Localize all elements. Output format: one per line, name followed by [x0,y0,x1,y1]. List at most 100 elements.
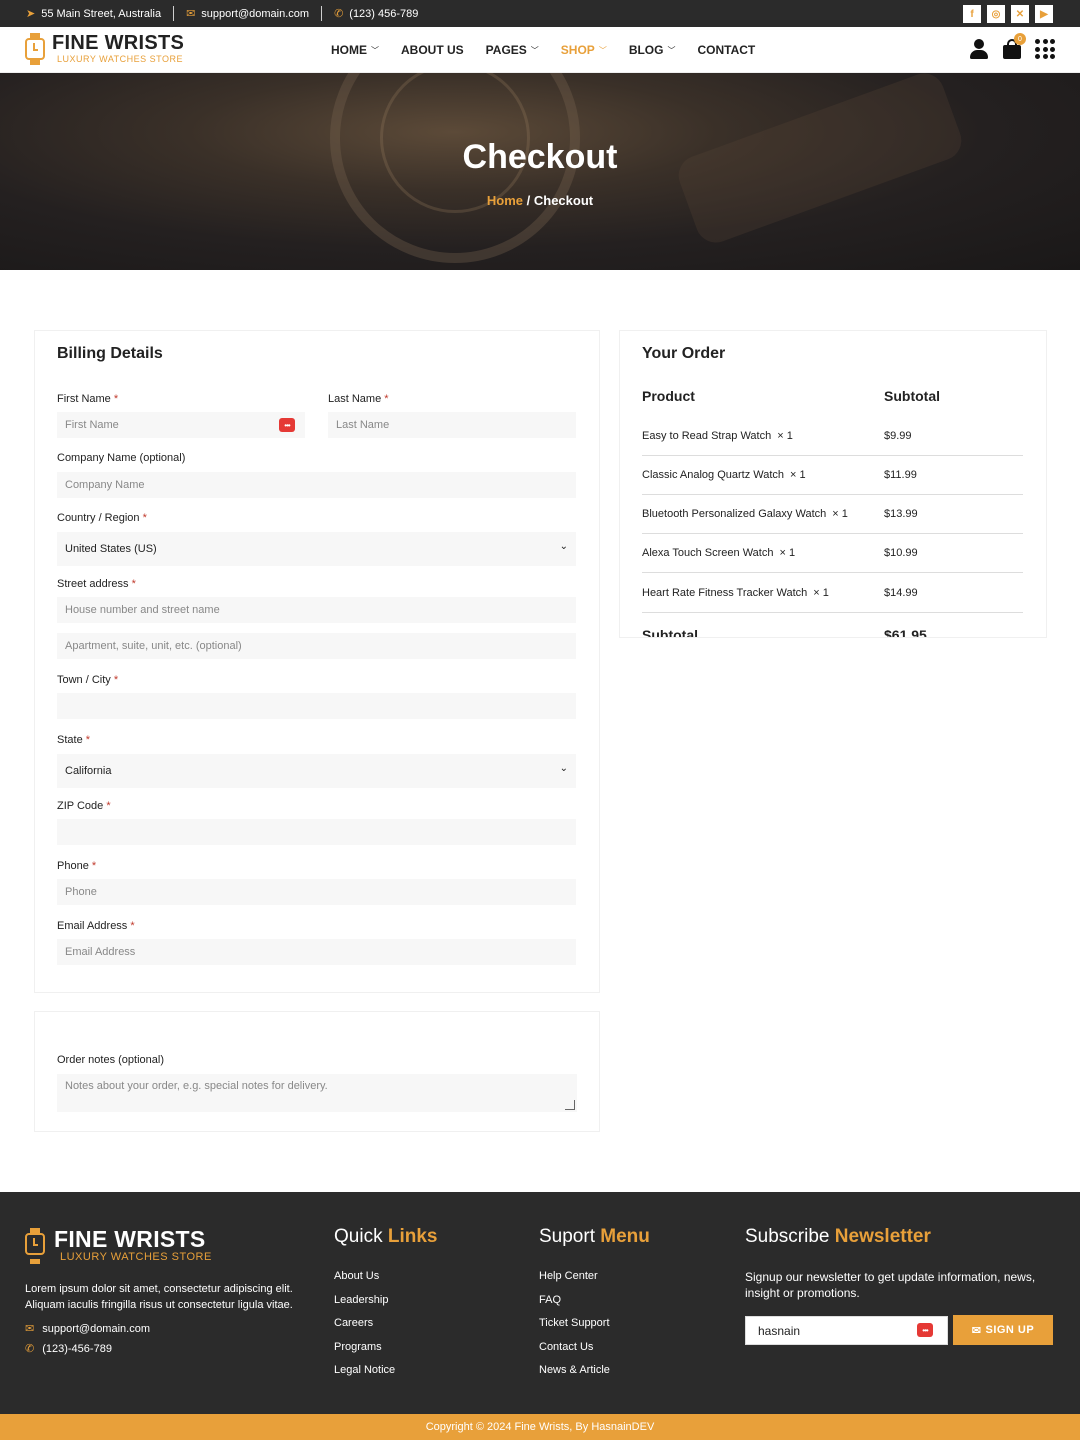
page-hero-banner: Checkout Home / Checkout [0,73,1080,270]
apartment-input[interactable]: Apartment, suite, unit, etc. (optional) [57,633,576,659]
order-item-row: Bluetooth Personalized Galaxy Watch × 1 $… [642,495,1023,534]
email-input[interactable]: Email Address [57,939,576,965]
resize-handle-icon[interactable] [565,1100,575,1110]
chevron-down-icon: ﹀ [530,45,539,55]
footer-link-legal[interactable]: Legal Notice [334,1364,395,1388]
company-label: Company Name (optional) [57,452,186,464]
user-icon[interactable] [969,39,989,59]
breadcrumb-home-link[interactable]: Home [487,193,523,208]
chevron-down-icon: ﹀ [371,45,379,55]
logo-title: FINE WRISTS [54,1226,206,1252]
instagram-icon[interactable]: ◎ [987,5,1005,23]
support-menu-heading: Suport Menu [539,1226,650,1247]
nav-pages[interactable]: PAGES ﹀ [486,43,539,57]
item-qty: × 1 [832,508,848,520]
watch-logo-icon [25,1228,47,1264]
envelope-icon: ✉ [971,1324,982,1337]
company-input[interactable]: Company Name [57,472,576,498]
page-title: Checkout [462,138,618,176]
item-name: Alexa Touch Screen Watch [642,547,774,559]
footer-link-faq[interactable]: FAQ [539,1294,610,1318]
site-logo[interactable]: FINE WRISTS LUXURY WATCHES STORE [25,33,184,65]
item-qty: × 1 [813,587,829,599]
sign-up-button[interactable]: ✉ SIGN UP [953,1315,1053,1345]
email-label: Email Address * [57,920,135,932]
item-name: Classic Analog Quartz Watch [642,469,785,481]
order-item-row: Heart Rate Fitness Tracker Watch × 1 $14.… [642,574,1023,613]
zip-label: ZIP Code * [57,800,111,812]
nav-home[interactable]: HOME ﹀ [331,43,379,57]
x-icon[interactable]: ✕ [1011,5,1029,23]
order-item-row: Alexa Touch Screen Watch × 1 $10.99 [642,534,1023,573]
footer-phone[interactable]: ✆ (123)-456-789 [25,1342,112,1356]
city-label: Town / City * [57,674,119,686]
envelope-icon: ✉ [25,1323,35,1335]
order-notes-panel: Order notes (optional) Notes about your … [34,1011,600,1132]
social-links: f ◎ ✕ ▶ [963,5,1053,23]
order-item-row: Classic Analog Quartz Watch × 1 $11.99 [642,456,1023,495]
product-column-header: Product [642,388,695,404]
nav-about-us[interactable]: ABOUT US [401,43,464,57]
envelope-icon: ✉ [186,8,196,20]
country-select[interactable]: United States (US) ⌄ [57,532,576,566]
phone-icon: ✆ [25,1343,35,1355]
grid-menu-icon[interactable] [1035,39,1055,59]
billing-details-panel: Billing Details First Name * First Name •… [34,330,600,993]
shopping-bag-icon[interactable]: 0 [1003,33,1026,59]
newsletter-email-input[interactable]: hasnain ••• [745,1316,948,1345]
footer-link-help-center[interactable]: Help Center [539,1270,610,1294]
item-name: Easy to Read Strap Watch [642,430,772,442]
nav-shop[interactable]: SHOP ﹀ [561,43,607,57]
item-qty: × 1 [777,430,793,442]
phone-text[interactable]: (123) 456-789 [349,8,418,20]
country-label: Country / Region * [57,512,147,524]
email-info[interactable]: ✉ support@domain.com [186,7,309,21]
divider [173,6,175,21]
footer-link-about[interactable]: About Us [334,1270,395,1294]
last-name-label: Last Name * [328,393,389,405]
item-price: $9.99 [884,430,912,442]
city-input[interactable] [57,693,576,719]
last-name-input[interactable]: Last Name [328,412,576,438]
chevron-down-icon: ⌄ [559,763,568,774]
state-select[interactable]: California ⌄ [57,754,576,788]
support-menu-list: Help Center FAQ Ticket Support Contact U… [539,1270,610,1388]
order-subtotal-row: Subtotal $61.95 [642,627,1023,638]
footer-link-careers[interactable]: Careers [334,1317,395,1341]
item-name: Bluetooth Personalized Galaxy Watch [642,508,827,520]
item-price: $11.99 [884,469,917,481]
state-label: State * [57,734,91,746]
nav-label: CONTACT [697,43,756,57]
main-header: FINE WRISTS LUXURY WATCHES STORE HOME ﹀ A… [0,27,1080,73]
password-manager-icon[interactable]: ••• [279,418,295,432]
footer-link-programs[interactable]: Programs [334,1341,395,1365]
subtotal-value: $61.95 [884,627,927,638]
footer-logo[interactable]: FINE WRISTS LUXURY WATCHES STORE [25,1228,212,1264]
phone-input[interactable]: Phone [57,879,576,905]
order-notes-textarea[interactable]: Notes about your order, e.g. special not… [57,1074,577,1112]
nav-blog[interactable]: BLOG ﹀ [629,43,676,57]
logo-tagline: LUXURY WATCHES STORE [60,1251,212,1263]
phone-info[interactable]: ✆ (123) 456-789 [334,7,418,21]
breadcrumb-current: Checkout [533,193,594,208]
footer-link-leadership[interactable]: Leadership [334,1294,395,1318]
order-title: Your Order [642,345,726,362]
footer-link-ticket-support[interactable]: Ticket Support [539,1317,610,1341]
nav-label: SHOP [560,43,595,57]
first-name-input[interactable]: First Name ••• [57,412,305,438]
footer-link-news[interactable]: News & Article [539,1364,610,1388]
facebook-icon[interactable]: f [963,5,981,23]
youtube-icon[interactable]: ▶ [1035,5,1053,23]
footer-email[interactable]: ✉ support@domain.com [25,1322,150,1336]
zip-input[interactable] [57,819,576,845]
item-price: $14.99 [884,587,918,599]
chevron-down-icon: ﹀ [598,45,607,55]
watch-logo-icon [25,33,45,65]
street-address-input[interactable]: House number and street name [57,597,576,623]
footer-link-contact[interactable]: Contact Us [539,1341,610,1365]
main-nav: HOME ﹀ ABOUT US PAGES ﹀ SHOP ﹀ BLOG ﹀ CONTAC… [331,27,755,73]
chevron-down-icon: ﹀ [667,45,676,55]
password-manager-icon[interactable]: ••• [917,1323,933,1337]
nav-contact[interactable]: CONTACT [697,43,755,57]
email-text[interactable]: support@domain.com [201,8,309,20]
